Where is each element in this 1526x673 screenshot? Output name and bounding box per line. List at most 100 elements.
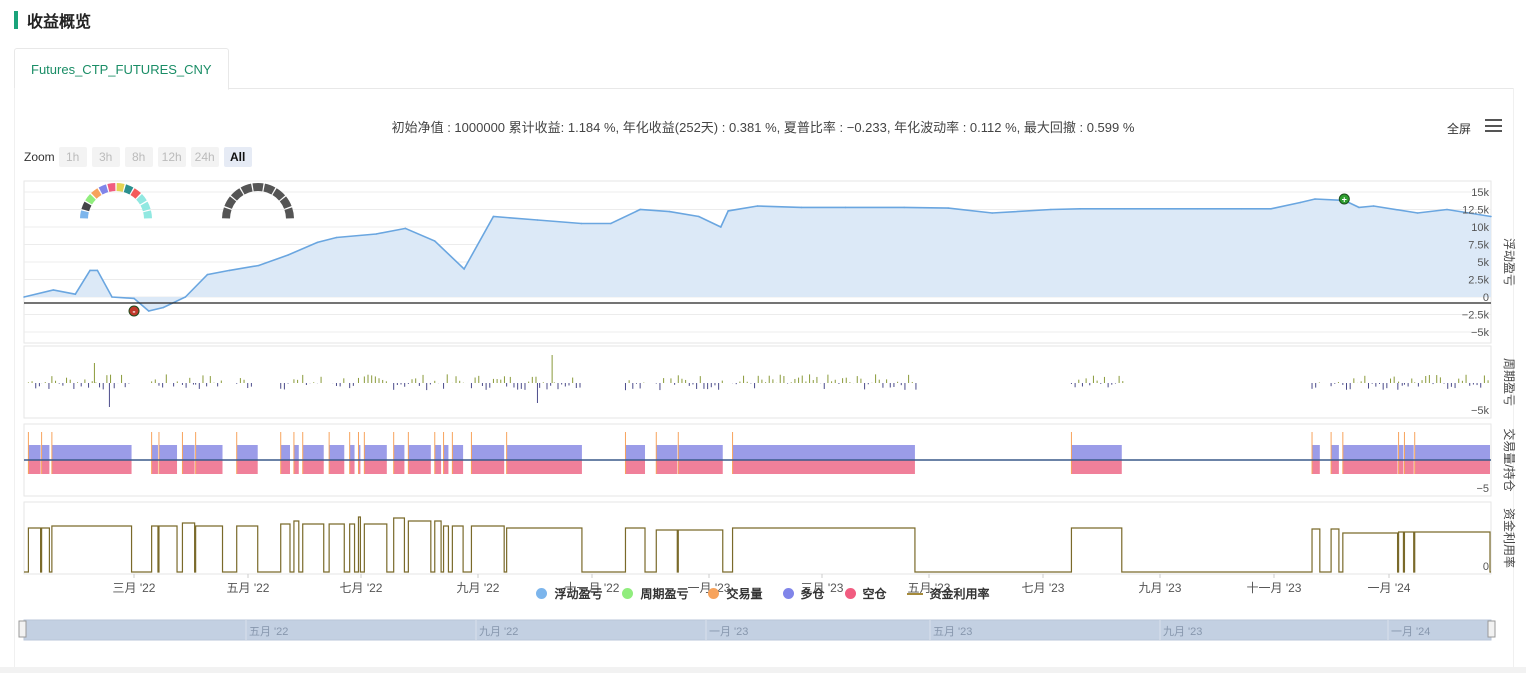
gauge-segment [222, 207, 232, 219]
navigator[interactable]: 五月 '22 九月 '22 一月 '23 五月 '23 九月 '23 一月 '24 [18, 619, 1496, 641]
pnl-point [536, 219, 539, 221]
gauge-segment [81, 201, 92, 212]
long-position-bar [1342, 445, 1398, 460]
legend-label: 浮动盈亏 [554, 587, 603, 601]
gauge-segment [263, 183, 276, 195]
pnl-point [335, 236, 338, 239]
long-position-bar [732, 445, 915, 460]
position-y-tick: −5 [1476, 483, 1489, 495]
short-position-bar [195, 460, 223, 474]
pnl-point [1490, 215, 1492, 218]
long-position-bar [28, 445, 41, 460]
pnl-marker-label: + [1342, 195, 1347, 205]
pnl-point [228, 269, 231, 272]
gauge-segment [123, 184, 134, 195]
short-position-bar [1398, 460, 1404, 474]
pnl-point [287, 254, 289, 256]
legend-item-capital-usage[interactable]: 资金利用率 [906, 585, 990, 602]
pnl-point [1446, 208, 1448, 211]
pnl-point [727, 210, 729, 212]
gauge-segment [240, 183, 253, 195]
pnl-area-group [23, 198, 1492, 312]
navigator-label: 一月 '24 [1391, 626, 1430, 638]
capital-usage-line [24, 516, 1491, 573]
navigator-right-handle[interactable] [1487, 620, 1496, 638]
legend-item-short[interactable]: 空仓 [844, 585, 887, 602]
pnl-point [844, 206, 847, 209]
legend: 浮动盈亏 周期盈亏 交易量 多仓 空仓 资金利用率 [0, 585, 1526, 602]
pnl-point [1299, 201, 1302, 204]
legend-swatch [782, 588, 794, 599]
short-position-bar [41, 460, 50, 474]
long-position-bar [349, 445, 355, 460]
long-position-bar [293, 445, 299, 460]
pnl-y-tick-label: 7.5k [1468, 240, 1489, 252]
pnl-point [89, 269, 91, 272]
short-position-bar [329, 460, 345, 474]
pane-ylabel: 周期盈亏 [1502, 358, 1516, 406]
pnl-point [1123, 208, 1126, 210]
navigator-label: 九月 '23 [1163, 625, 1202, 638]
long-position-bar [656, 445, 678, 460]
legend-item-long[interactable]: 多仓 [782, 585, 825, 602]
pnl-point [800, 206, 803, 209]
short-position-bar [1312, 460, 1320, 474]
pnl-point [463, 268, 465, 270]
short-position-bar [302, 460, 324, 474]
long-position-bar [1414, 445, 1490, 460]
pnl-point [433, 240, 436, 242]
short-position-bar [151, 460, 158, 474]
pnl-point [1240, 208, 1243, 210]
long-position-bar [280, 445, 290, 460]
pnl-y-tick-label: 15k [1471, 187, 1489, 199]
pnl-point [133, 297, 135, 300]
short-position-bar [1404, 460, 1414, 474]
pnl-point [206, 273, 209, 276]
period-pnl-y-tick: −5k [1471, 405, 1490, 417]
gauge-segment [85, 194, 96, 205]
navigator-track[interactable] [23, 619, 1492, 641]
navigator-label: 五月 '23 [933, 626, 972, 638]
navigator-left-handle[interactable] [18, 620, 27, 638]
gauge-segment [272, 188, 286, 201]
long-position-bar [151, 445, 158, 460]
long-position-bar [51, 445, 132, 460]
short-position-bar [28, 460, 41, 474]
short-position-bar [158, 460, 178, 474]
long-position-bar [1331, 445, 1339, 460]
short-position-bar [434, 460, 442, 474]
legend-label: 周期盈亏 [640, 587, 689, 601]
gauge-segment [279, 196, 292, 210]
legend-item-period-pnl[interactable]: 周期盈亏 [622, 585, 688, 602]
short-position-bar [506, 460, 582, 474]
gauge-segment [143, 210, 152, 219]
long-position-bar [329, 445, 345, 460]
legend-item-volume[interactable]: 交易量 [708, 585, 763, 602]
pnl-point [1270, 208, 1272, 210]
short-position-bar [1414, 460, 1490, 474]
pnl-point [147, 310, 150, 312]
pnl-y-tick-label: −2.5k [1462, 310, 1490, 322]
gauge-segment [80, 210, 89, 219]
position-y-ticks: −5 [1476, 483, 1489, 495]
bottom-strip [0, 667, 1526, 673]
legend-swatch [536, 588, 548, 599]
pane-ylabel: 交易量/持仓 [1502, 428, 1517, 491]
legend-item-floating-pnl[interactable]: 浮动盈亏 [536, 585, 602, 602]
period-pnl-y-ticks: −5k [1471, 405, 1490, 417]
gauge-segment [91, 188, 102, 199]
short-position-bar [471, 460, 505, 474]
long-position-bar [41, 445, 50, 460]
pnl-point [74, 293, 77, 296]
pnl-point [23, 296, 25, 298]
gauge-segment [136, 194, 147, 205]
short-position-bar [1071, 460, 1122, 474]
short-position-bar [678, 460, 723, 474]
pnl-point [610, 222, 612, 225]
pnl-point [903, 206, 905, 209]
short-position-bar [293, 460, 299, 474]
pnl-point [1079, 208, 1082, 210]
pnl-y-tick-label: 5k [1477, 257, 1489, 269]
pane-labels: 浮动盈亏周期盈亏交易量/持仓资金利用率 [1502, 238, 1517, 568]
long-position-bar [678, 445, 723, 460]
